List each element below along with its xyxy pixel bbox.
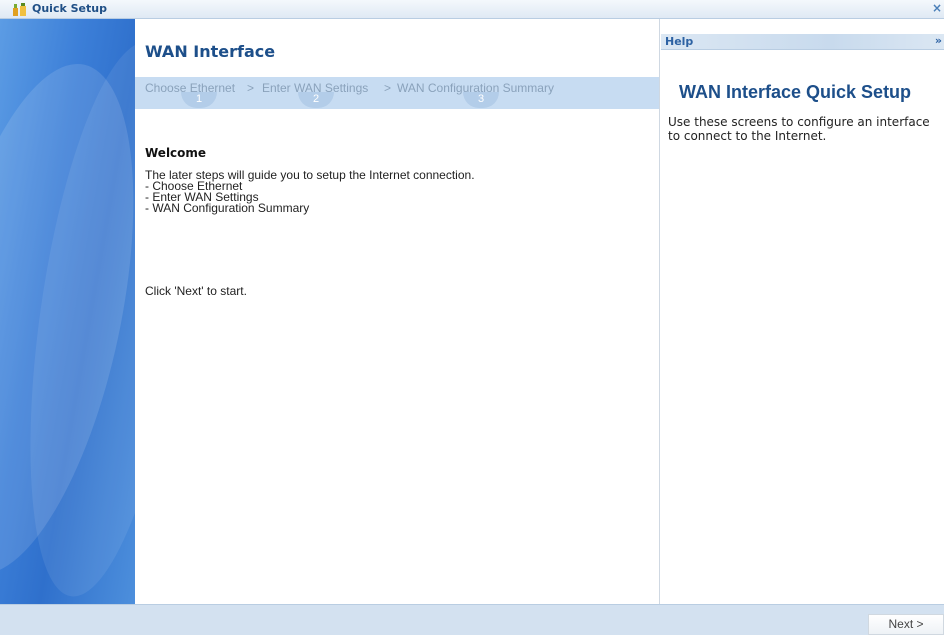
wizard-main-panel: WAN Interface Choose Ethernet 1 > Enter … (135, 19, 660, 604)
wizard-step-bar: Choose Ethernet 1 > Enter WAN Settings 2… (135, 77, 659, 109)
help-panel: Help » WAN Interface Quick Setup Use the… (661, 19, 944, 604)
quick-setup-icon (13, 3, 26, 16)
close-icon[interactable]: × (932, 1, 942, 15)
help-header-label: Help (665, 35, 694, 48)
intro-line: - WAN Configuration Summary (145, 201, 310, 215)
intro-text: The later steps will guide you to setup … (145, 169, 475, 215)
step-number: 2 (298, 92, 334, 108)
step-separator: > (384, 81, 392, 95)
help-description: Use these screens to configure an interf… (668, 115, 930, 143)
window-titlebar: Quick Setup × (0, 0, 944, 19)
help-header: Help » (661, 34, 944, 50)
step-number: 3 (463, 92, 499, 108)
help-title: WAN Interface Quick Setup (679, 82, 912, 102)
decorative-side-panel (0, 19, 135, 604)
window-title: Quick Setup (32, 2, 107, 15)
step-separator: > (247, 81, 255, 95)
step-number: 1 (181, 92, 217, 108)
welcome-heading: Welcome (145, 146, 207, 160)
collapse-help-icon[interactable]: » (935, 34, 942, 47)
next-button[interactable]: Next > (868, 614, 944, 635)
start-instruction: Click 'Next' to start. (145, 284, 247, 298)
page-title: WAN Interface (145, 42, 276, 61)
wizard-footer: Next > (0, 604, 944, 635)
